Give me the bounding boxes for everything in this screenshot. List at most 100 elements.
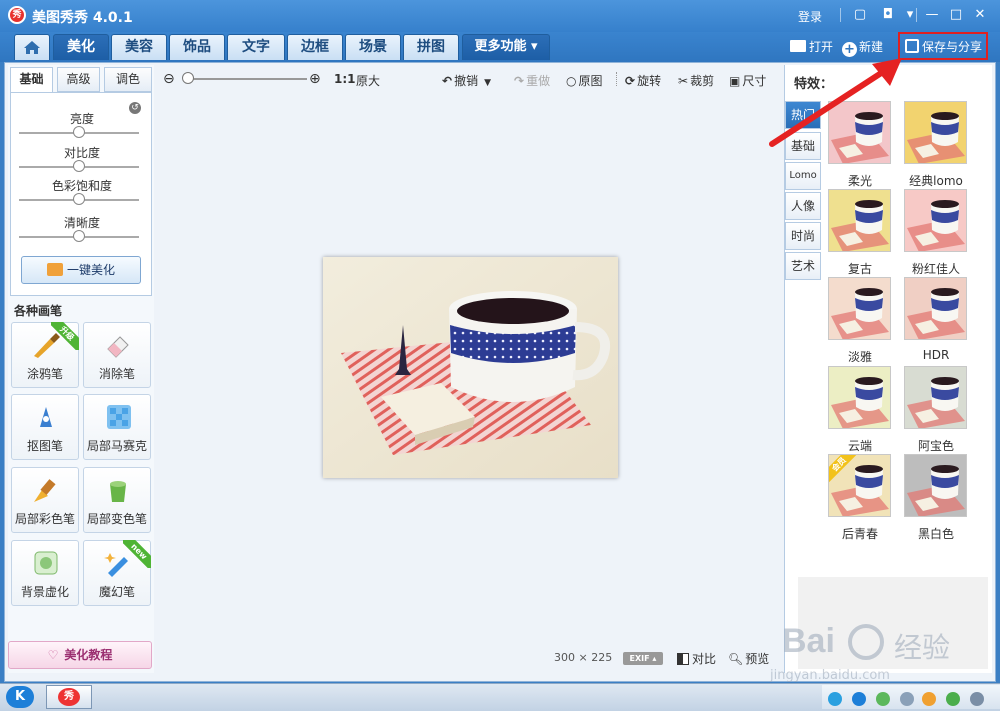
zoom-slider[interactable]	[183, 78, 307, 80]
zoom-ratio[interactable]: 1:1	[334, 72, 356, 86]
tray-security-icon[interactable]	[922, 692, 936, 706]
tab-beautify[interactable]: 美化	[53, 34, 109, 60]
skin-icon[interactable]: ◘	[880, 7, 896, 23]
effect-preview-image	[831, 288, 889, 339]
category-tab-portrait[interactable]: 人像	[785, 192, 821, 220]
k-app-icon[interactable]: K	[6, 686, 34, 708]
upgrade-badge: 升级	[51, 322, 79, 350]
effect-preview-image	[907, 200, 965, 251]
original-label: 原图	[578, 74, 603, 88]
preview-button[interactable]: 🔍︎ 预览	[728, 650, 769, 667]
window-title: 美图秀秀 4.0.1	[32, 10, 133, 26]
exif-button[interactable]: EXIF ▴	[623, 652, 663, 665]
tray-volume-icon[interactable]	[970, 692, 984, 706]
mosaic-brush-tile[interactable]: 局部马赛克	[83, 394, 151, 460]
zoom-knob[interactable]	[182, 72, 194, 84]
tab-scene[interactable]: 场景	[345, 34, 401, 60]
subtab-advanced[interactable]: 高级	[57, 67, 100, 92]
doodle-brush-tile[interactable]: 升级 涂鸦笔	[11, 322, 79, 388]
image-dimensions: 300 × 225	[554, 651, 612, 664]
tab-frame[interactable]: 边框	[287, 34, 343, 60]
beautify-tutorial-button[interactable]: ♡ 美化教程	[8, 641, 152, 669]
brightness-knob[interactable]	[73, 126, 85, 138]
login-link[interactable]: 登录	[798, 8, 822, 25]
effect-thumbnail[interactable]	[828, 277, 891, 340]
crop-button[interactable]: ✂ 裁剪	[678, 72, 714, 89]
compare-button[interactable]: 对比	[677, 650, 716, 667]
title-separator	[916, 8, 917, 22]
compare-icon	[677, 653, 689, 665]
brush-label: 涂鸦笔	[26, 367, 63, 381]
zoom-out-icon[interactable]: ⊖	[163, 71, 175, 87]
photo-canvas[interactable]	[323, 257, 618, 478]
category-tab-fashion[interactable]: 时尚	[785, 222, 821, 250]
magic-portrait-icon	[46, 263, 63, 276]
brush-label: 消除笔	[98, 367, 135, 381]
contrast-knob[interactable]	[73, 160, 85, 172]
eraser-brush-tile[interactable]: 消除笔	[83, 322, 151, 388]
original-image-button[interactable]: ○ 原图	[566, 72, 603, 89]
taskbar-meitu-app[interactable]: 秀	[46, 685, 92, 709]
tray-chat-icon[interactable]	[876, 692, 890, 706]
subtab-basic[interactable]: 基础	[10, 67, 53, 92]
effect-thumbnail[interactable]	[904, 189, 967, 252]
effect-label: 粉红佳人	[911, 262, 960, 276]
title-separator	[840, 8, 841, 22]
color-brush-tile[interactable]: 局部彩色笔	[11, 467, 79, 533]
effect-label: 柔光	[847, 174, 872, 188]
undo-dropdown-icon[interactable]: ▼	[484, 78, 491, 88]
magic-brush-tile[interactable]: new 魔幻笔	[83, 540, 151, 606]
sharpness-knob[interactable]	[73, 230, 85, 242]
background-blur-tile[interactable]: 背景虚化	[11, 540, 79, 606]
tab-collage[interactable]: 拼图	[403, 34, 459, 60]
tray-k-icon[interactable]	[852, 692, 866, 706]
tray-browser-icon[interactable]	[946, 692, 960, 706]
category-tab-art[interactable]: 艺术	[785, 252, 821, 280]
recolor-brush-tile[interactable]: 局部变色笔	[83, 467, 151, 533]
undo-label: 撤销	[454, 74, 479, 88]
effect-thumbnail[interactable]	[828, 189, 891, 252]
tab-more-features[interactable]: 更多功能 ▾	[462, 34, 550, 60]
redo-button[interactable]: ↷ 重做	[514, 72, 550, 89]
resize-icon: ▣	[729, 74, 741, 88]
original-size-button[interactable]: 原大	[356, 72, 380, 89]
subtab-color-grading[interactable]: 调色	[104, 67, 152, 92]
effect-thumbnail[interactable]	[904, 454, 967, 517]
rotate-button[interactable]: ⟳ 旋转	[625, 72, 661, 89]
minimize-icon[interactable]: —	[924, 7, 940, 23]
compare-label: 对比	[692, 652, 717, 666]
tab-accessories[interactable]: 饰品	[169, 34, 225, 60]
tab-text[interactable]: 文字	[227, 34, 285, 60]
effect-label: 阿宝色	[917, 439, 954, 453]
tray-app-icon[interactable]	[828, 692, 842, 706]
effect-thumbnail[interactable]	[828, 366, 891, 429]
undo-button[interactable]: ↶ 撤销 ▼	[442, 72, 491, 89]
effect-thumbnail[interactable]	[904, 101, 967, 164]
paw-icon	[848, 624, 884, 660]
sub-tabs: 基础 高级 调色	[10, 67, 152, 92]
saturation-knob[interactable]	[73, 193, 85, 205]
tab-facial[interactable]: 美容	[111, 34, 167, 60]
effect-preview-image	[907, 377, 965, 428]
zoom-in-icon[interactable]: ⊕	[309, 71, 321, 87]
effect-thumbnail[interactable]: 会员	[828, 454, 891, 517]
blur-icon	[34, 551, 58, 575]
message-icon[interactable]: ▢	[852, 7, 868, 23]
new-badge: new	[123, 540, 151, 568]
one-key-beautify-button[interactable]: 一键美化	[21, 256, 141, 284]
close-icon[interactable]: ✕	[972, 7, 988, 23]
new-badge-label: new	[123, 540, 151, 568]
tray-network-icon[interactable]	[900, 692, 914, 706]
brush-label: 背景虚化	[20, 585, 69, 599]
times-sign: ×	[578, 651, 588, 664]
maximize-icon[interactable]: □	[948, 7, 964, 23]
cutout-brush-tile[interactable]: 抠图笔	[11, 394, 79, 460]
home-tab[interactable]	[14, 34, 50, 60]
baidu-watermark: Bai 经验 jingyan.baidu.com	[770, 620, 990, 690]
effect-preview-image	[831, 377, 889, 428]
brightness-label: 亮度	[69, 112, 94, 126]
effect-thumbnail[interactable]	[904, 277, 967, 340]
category-tab-lomo[interactable]: Lomo	[785, 162, 821, 190]
effect-thumbnail[interactable]	[904, 366, 967, 429]
title-bar: 秀 美图秀秀 4.0.1 登录 ▢ ◘ ▾ — □ ✕	[0, 0, 1000, 32]
